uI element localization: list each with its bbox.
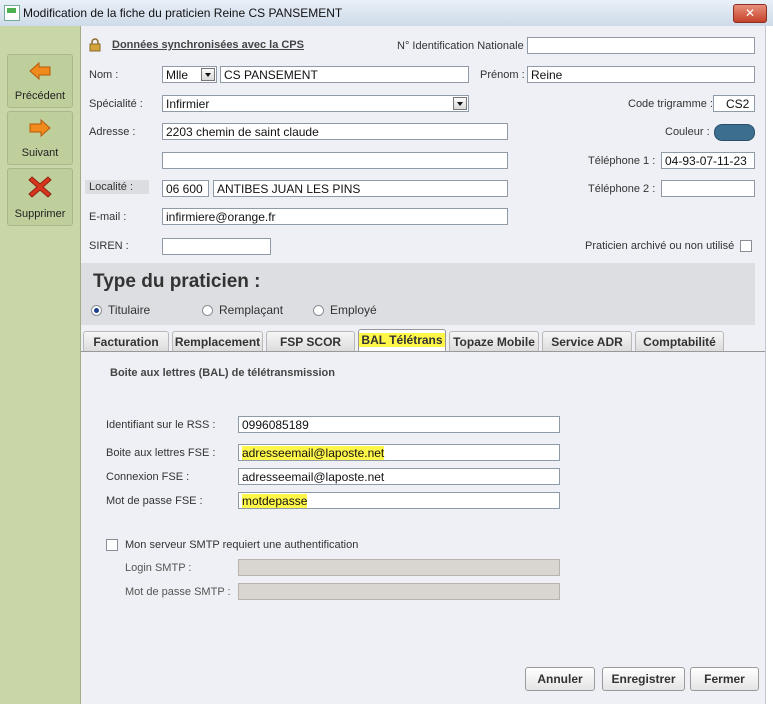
smtp-auth-label: Mon serveur SMTP requiert une authentifi… bbox=[125, 539, 359, 551]
cp-input[interactable]: 06 600 bbox=[162, 180, 209, 197]
couleur-swatch[interactable] bbox=[714, 124, 755, 141]
chevron-down-icon[interactable] bbox=[453, 97, 467, 110]
nom-label: Nom : bbox=[89, 69, 119, 81]
previous-label: Précédent bbox=[14, 90, 66, 102]
rss-input[interactable]: 0996085189 bbox=[238, 416, 560, 433]
next-button[interactable]: Suivant bbox=[7, 111, 73, 165]
sync-cps-label: Données synchronisées avec la CPS bbox=[112, 39, 304, 51]
trigramme-label: Code trigramme : bbox=[628, 98, 713, 110]
email-label: E-mail : bbox=[89, 211, 127, 223]
radio-employe[interactable] bbox=[313, 305, 324, 316]
bal-section-title: Boite aux lettres (BAL) de télétransmiss… bbox=[110, 367, 335, 379]
radio-remplacant[interactable] bbox=[202, 305, 213, 316]
tab-bal-teletrans-label: BAL Télétrans bbox=[359, 333, 445, 347]
left-action-panel: Précédent Suivant Supprimer bbox=[0, 26, 81, 704]
prenom-input[interactable]: Reine bbox=[527, 66, 755, 83]
smtp-pwd-input[interactable] bbox=[238, 583, 560, 600]
type-praticien-panel: Type du praticien : Titulaire Remplaçant… bbox=[81, 263, 755, 325]
tab-service-adr[interactable]: Service ADR bbox=[542, 331, 632, 351]
radio-employe-label: Employé bbox=[330, 303, 377, 317]
nom-input[interactable]: CS PANSEMENT bbox=[220, 66, 469, 83]
tel2-label: Téléphone 2 : bbox=[588, 183, 656, 195]
window-title: Modification de la fiche du praticien Re… bbox=[23, 6, 343, 20]
smtp-auth-checkbox[interactable] bbox=[106, 539, 118, 551]
cancel-button[interactable]: Annuler bbox=[525, 667, 595, 691]
window-close-button[interactable]: ✕ bbox=[733, 4, 767, 23]
tel1-input[interactable]: 04-93-07-11-23 bbox=[661, 152, 755, 169]
civilite-select[interactable]: Mlle bbox=[162, 66, 217, 83]
delete-button[interactable]: Supprimer bbox=[7, 168, 73, 226]
trigramme-input[interactable]: CS2 bbox=[713, 95, 755, 112]
radio-remplacant-label: Remplaçant bbox=[219, 303, 284, 317]
tab-facturation[interactable]: Facturation bbox=[83, 331, 169, 351]
siren-label: SIREN : bbox=[89, 240, 129, 252]
prenom-label: Prénom : bbox=[480, 69, 525, 81]
adresse-label: Adresse : bbox=[89, 126, 136, 138]
archive-checkbox[interactable] bbox=[740, 240, 752, 252]
fse-input[interactable]: adresseemail@laposte.net bbox=[238, 444, 560, 461]
adresse2-input[interactable] bbox=[162, 152, 508, 169]
radio-titulaire-label: Titulaire bbox=[108, 303, 151, 317]
pwd-value: motdepasse bbox=[242, 494, 308, 508]
conn-label: Connexion FSE : bbox=[106, 471, 190, 483]
tab-fsp-scor[interactable]: FSP SCOR bbox=[266, 331, 355, 351]
save-button[interactable]: Enregistrer bbox=[602, 667, 685, 691]
ville-input[interactable]: ANTIBES JUAN LES PINS bbox=[213, 180, 508, 197]
pwd-input[interactable]: motdepasse bbox=[238, 492, 560, 509]
rss-label: Identifiant sur le RSS : bbox=[106, 419, 216, 431]
main-form: Données synchronisées avec la CPS N° Ide… bbox=[81, 26, 765, 704]
fse-label: Boite aux lettres FSE : bbox=[106, 447, 216, 459]
tab-bal-teletrans[interactable]: BAL Télétrans bbox=[358, 329, 446, 352]
delete-label: Supprimer bbox=[14, 208, 66, 220]
app-icon bbox=[4, 5, 20, 21]
specialite-select[interactable]: Infirmier bbox=[162, 95, 469, 112]
archive-label: Praticien archivé ou non utilisé bbox=[585, 240, 735, 252]
tel1-label: Téléphone 1 : bbox=[588, 155, 656, 167]
delete-x-icon bbox=[28, 176, 52, 198]
next-label: Suivant bbox=[21, 147, 59, 159]
previous-button[interactable]: Précédent bbox=[7, 54, 73, 108]
tab-comptabilite[interactable]: Comptabilité bbox=[635, 331, 724, 351]
arrow-left-icon bbox=[29, 61, 51, 81]
couleur-label: Couleur : bbox=[665, 126, 710, 138]
adresse-input[interactable]: 2203 chemin de saint claude bbox=[162, 123, 508, 140]
arrow-right-icon bbox=[29, 118, 51, 138]
tab-divider bbox=[81, 351, 765, 352]
fse-value: adresseemail@laposte.net bbox=[242, 446, 385, 460]
nin-input[interactable] bbox=[527, 37, 755, 54]
smtp-login-label: Login SMTP : bbox=[125, 562, 192, 574]
specialite-value: Infirmier bbox=[166, 97, 210, 111]
type-praticien-title: Type du praticien : bbox=[93, 271, 261, 292]
localite-label: Localité : bbox=[85, 180, 150, 194]
civilite-value: Mlle bbox=[166, 68, 189, 82]
siren-input[interactable] bbox=[162, 238, 271, 255]
background-window-strip bbox=[765, 26, 773, 704]
pwd-label: Mot de passe FSE : bbox=[106, 495, 203, 507]
conn-input[interactable]: adresseemail@laposte.net bbox=[238, 468, 560, 485]
chevron-down-icon[interactable] bbox=[201, 68, 215, 81]
specialite-label: Spécialité : bbox=[89, 98, 143, 110]
lock-icon bbox=[89, 38, 101, 52]
tab-remplacement[interactable]: Remplacement bbox=[172, 331, 263, 351]
close-button[interactable]: Fermer bbox=[690, 667, 759, 691]
title-bar: Modification de la fiche du praticien Re… bbox=[0, 0, 773, 27]
tab-topaze-mobile[interactable]: Topaze Mobile bbox=[449, 331, 539, 351]
radio-titulaire[interactable] bbox=[91, 305, 102, 316]
tel2-input[interactable] bbox=[661, 180, 755, 197]
smtp-login-input[interactable] bbox=[238, 559, 560, 576]
email-input[interactable]: infirmiere@orange.fr bbox=[162, 208, 508, 225]
smtp-pwd-label: Mot de passe SMTP : bbox=[125, 586, 231, 598]
nin-label: N° Identification Nationale : bbox=[397, 40, 530, 52]
